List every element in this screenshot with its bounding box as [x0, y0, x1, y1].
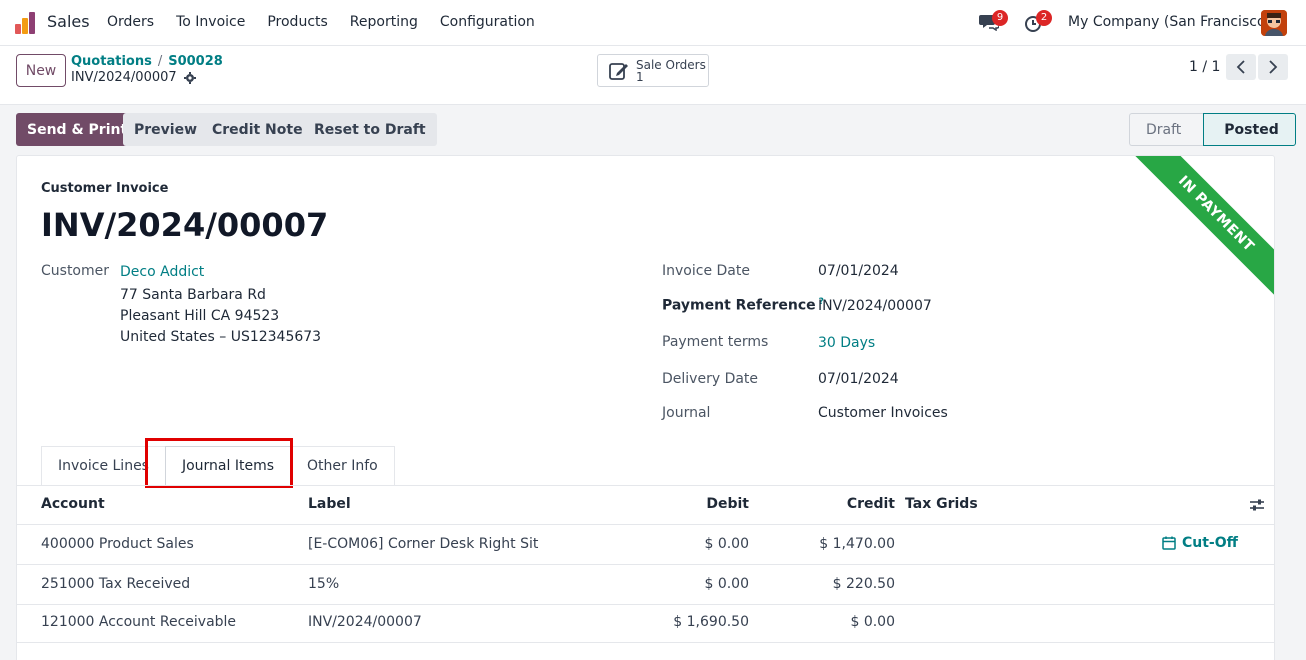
- menu-to-invoice[interactable]: To Invoice: [176, 14, 245, 30]
- smart-button-count: 1: [636, 69, 644, 84]
- reset-to-draft-button[interactable]: Reset to Draft: [303, 113, 437, 146]
- sale-orders-smart-button[interactable]: Sale Orders 1: [597, 54, 709, 87]
- send-print-button[interactable]: Send & Print: [16, 113, 139, 146]
- table-row[interactable]: 251000 Tax Received 15% $ 0.00 $ 220.50: [17, 565, 1274, 605]
- journal-label: Journal: [662, 405, 711, 421]
- status-bar: Send & Print Preview Credit Note Reset t…: [0, 105, 1306, 155]
- record-name: INV/2024/00007: [71, 70, 196, 85]
- col-debit[interactable]: Debit: [649, 496, 749, 512]
- col-account[interactable]: Account: [41, 496, 105, 512]
- payment-reference-label: Payment Reference?: [662, 297, 824, 314]
- pager-next-button[interactable]: [1258, 54, 1288, 80]
- address-line-1: 77 Santa Barbara Rd: [120, 287, 266, 303]
- company-switcher[interactable]: My Company (San Francisco): [1068, 14, 1271, 30]
- invoice-date-label: Invoice Date: [662, 263, 750, 279]
- chevron-right-icon: [1269, 60, 1278, 74]
- table-header: Account Label Debit Credit Tax Grids: [17, 485, 1274, 525]
- sales-app-icon[interactable]: [15, 12, 37, 34]
- activities-badge: 2: [1036, 10, 1052, 26]
- customer-label: Customer: [41, 263, 110, 279]
- control-panel: New Quotations / S00028 INV/2024/00007 Sal…: [0, 46, 1306, 105]
- gear-icon[interactable]: [183, 71, 196, 84]
- invoice-form-sheet: IN PAYMENT Customer Invoice INV/2024/000…: [16, 155, 1275, 660]
- customer-link[interactable]: Deco Addict: [120, 264, 204, 280]
- col-label[interactable]: Label: [308, 496, 351, 512]
- pager-previous-button[interactable]: [1226, 54, 1256, 80]
- table-row[interactable]: 121000 Account Receivable INV/2024/00007…: [17, 603, 1274, 643]
- payment-reference-value[interactable]: INV/2024/00007: [818, 298, 932, 314]
- chevron-left-icon: [1236, 60, 1245, 74]
- edit-document-icon: [608, 60, 630, 82]
- tab-other-info[interactable]: Other Info: [290, 446, 395, 486]
- calendar-icon: [1162, 536, 1176, 550]
- credit-note-button[interactable]: Credit Note: [201, 113, 314, 146]
- highlight-box: [145, 438, 293, 488]
- col-credit[interactable]: Credit: [795, 496, 895, 512]
- payment-terms-link[interactable]: 30 Days: [818, 335, 875, 351]
- menu-products[interactable]: Products: [267, 14, 327, 30]
- user-avatar[interactable]: [1261, 10, 1287, 36]
- invoice-number: INV/2024/00007: [41, 206, 329, 244]
- breadcrumb: Quotations / S00028: [71, 54, 223, 69]
- address-line-2: Pleasant Hill CA 94523: [120, 308, 280, 324]
- cut-off-button[interactable]: Cut-Off: [1162, 535, 1238, 551]
- delivery-date-value[interactable]: 07/01/2024: [818, 371, 899, 387]
- breadcrumb-order[interactable]: S00028: [168, 54, 223, 69]
- new-button[interactable]: New: [16, 54, 66, 87]
- preview-button[interactable]: Preview: [123, 113, 209, 146]
- delivery-date-label: Delivery Date: [662, 371, 759, 387]
- stage-posted[interactable]: Posted: [1203, 113, 1296, 146]
- invoice-date-value[interactable]: 07/01/2024: [818, 263, 899, 279]
- in-payment-ribbon: IN PAYMENT: [1126, 156, 1274, 304]
- breadcrumb-quotations[interactable]: Quotations: [71, 54, 152, 69]
- payment-terms-label: Payment terms: [662, 334, 769, 350]
- column-settings-icon[interactable]: [1250, 498, 1264, 512]
- col-tax-grids[interactable]: Tax Grids: [905, 496, 978, 512]
- table-row[interactable]: 400000 Product Sales [E-COM06] Corner De…: [17, 525, 1274, 565]
- main-menu: Orders To Invoice Products Reporting Con…: [107, 14, 557, 30]
- menu-reporting[interactable]: Reporting: [350, 14, 418, 30]
- smart-button-label: Sale Orders: [636, 57, 706, 72]
- top-navbar: Sales Orders To Invoice Products Reporti…: [0, 0, 1306, 46]
- menu-orders[interactable]: Orders: [107, 14, 154, 30]
- pager-value[interactable]: 1 / 1: [1189, 59, 1220, 75]
- journal-value[interactable]: Customer Invoices: [818, 405, 948, 421]
- stage-draft[interactable]: Draft: [1129, 113, 1204, 146]
- messages-badge: 9: [992, 10, 1008, 26]
- document-type: Customer Invoice: [41, 181, 169, 196]
- menu-configuration[interactable]: Configuration: [440, 14, 535, 30]
- status-stages: Draft Posted: [1129, 113, 1296, 146]
- app-name[interactable]: Sales: [47, 12, 90, 31]
- address-line-3: United States – US12345673: [120, 329, 322, 345]
